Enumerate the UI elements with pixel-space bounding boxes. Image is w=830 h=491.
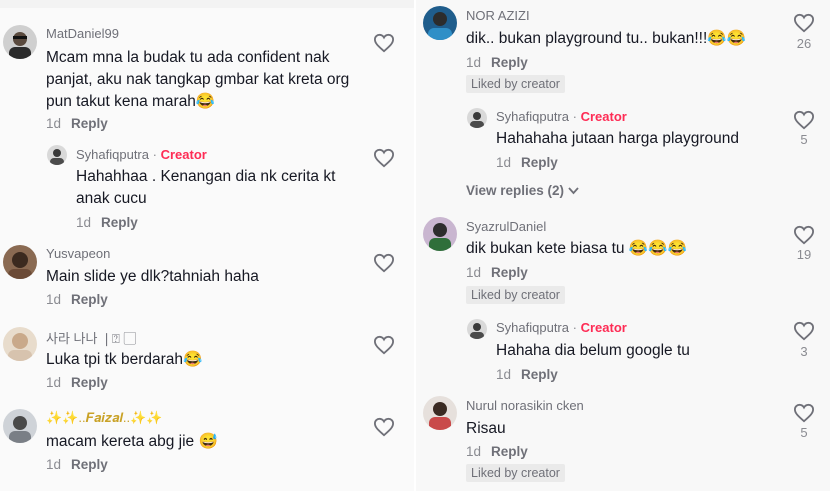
avatar[interactable] (467, 319, 487, 339)
comment-time: 1d (496, 155, 512, 170)
view-replies-label: View replies (2) (466, 183, 565, 198)
comment-meta: 1d Reply (466, 444, 528, 459)
avatar[interactable] (423, 217, 457, 251)
comment-text: Main slide ye dlk?tahniah haha (46, 268, 259, 285)
heart-outline-icon[interactable] (793, 321, 815, 341)
heart-outline-icon[interactable] (373, 417, 395, 437)
comment-text: dik.. bukan playground tu.. bukan!!!😂😂 (466, 30, 746, 47)
reply-button[interactable]: Reply (71, 457, 108, 472)
comment-time: 1d (76, 215, 92, 230)
reply-button[interactable]: Reply (521, 367, 558, 382)
separator-dot: · (152, 147, 157, 162)
comment-meta: 1d Reply (46, 375, 108, 390)
reply-button[interactable]: Reply (71, 292, 108, 307)
reply-button[interactable]: Reply (521, 155, 558, 170)
top-strip (0, 0, 414, 8)
comments-column-right: NOR AZIZI dik.. bukan playground tu.. bu… (416, 0, 830, 491)
avatar[interactable] (423, 396, 457, 430)
heart-outline-icon[interactable] (793, 403, 815, 423)
comment-author[interactable]: ✨✨..𝑭𝒂𝒊𝒛𝒂𝒍..✨✨ (46, 410, 162, 426)
comment-meta: 1d Reply (46, 457, 108, 472)
reply-author-name[interactable]: Syhafiqputra (496, 320, 569, 335)
avatar[interactable] (467, 108, 487, 128)
avatar[interactable] (3, 25, 37, 59)
like-count: 3 (800, 344, 808, 359)
avatar[interactable] (3, 409, 37, 443)
chevron-down-icon (568, 187, 579, 195)
comment-time: 1d (466, 265, 482, 280)
heart-outline-icon[interactable] (373, 148, 395, 168)
comment-author[interactable]: Yusvapeon (46, 246, 110, 261)
comment-meta: 1d Reply (496, 367, 558, 382)
comment-author[interactable]: 사라 나나 ❘⍰ ▢ (46, 328, 136, 347)
comment-time: 1d (46, 457, 62, 472)
separator-dot: · (572, 109, 577, 124)
comment-time: 1d (46, 116, 62, 131)
comment-text: Hahahaha jutaan harga playground (496, 130, 740, 147)
comment-author: Syhafiqputra · Creator (496, 320, 627, 335)
comment-author[interactable]: Nurul norasikin cken (466, 398, 584, 413)
creator-badge: Creator (580, 109, 627, 124)
comment-text: macam kereta abg jie 😅 (46, 433, 218, 450)
reply-button[interactable]: Reply (101, 215, 138, 230)
creator-badge: Creator (160, 147, 207, 162)
reply-button[interactable]: Reply (491, 444, 528, 459)
comment-meta: 1d Reply (496, 155, 558, 170)
reply-button[interactable]: Reply (491, 55, 528, 70)
like-count: 5 (800, 425, 808, 440)
avatar[interactable] (3, 245, 37, 279)
separator-dot: · (572, 320, 577, 335)
comment-author: Syhafiqputra · Creator (76, 147, 207, 162)
comment-author[interactable]: MatDaniel99 (46, 26, 119, 41)
comments-column-left: MatDaniel99 Mcam mna la budak tu ada con… (0, 0, 414, 491)
comment-time: 1d (466, 55, 482, 70)
heart-outline-icon[interactable] (793, 13, 815, 33)
like-count: 19 (796, 247, 812, 262)
reply-button[interactable]: Reply (491, 265, 528, 280)
reply-button[interactable]: Reply (71, 116, 108, 131)
heart-outline-icon[interactable] (793, 110, 815, 130)
comment-text: Hahaha dia belum google tu (496, 342, 690, 359)
comment-text: dik bukan kete biasa tu 😂😂😂 (466, 240, 687, 257)
like-count: 26 (796, 36, 812, 51)
reply-button[interactable]: Reply (71, 375, 108, 390)
comment-text: Mcam mna la budak tu ada confident nak p… (46, 49, 350, 110)
comment-time: 1d (46, 375, 62, 390)
reply-author-name[interactable]: Syhafiqputra (496, 109, 569, 124)
comment-time: 1d (466, 444, 482, 459)
comment-author[interactable]: NOR AZIZI (466, 8, 530, 23)
comment-text: Hahahhaa . Kenangan dia nk cerita kt ana… (76, 168, 336, 207)
heart-outline-icon[interactable] (373, 33, 395, 53)
view-replies-button[interactable]: View replies (2) (466, 183, 579, 198)
comment-meta: 1d Reply (46, 116, 108, 131)
like-count: 5 (800, 132, 808, 147)
comment-meta: 1d Reply (466, 55, 528, 70)
comment-meta: 1d Reply (466, 265, 528, 280)
liked-by-creator-badge: Liked by creator (466, 286, 565, 304)
comment-author: Syhafiqputra · Creator (496, 109, 627, 124)
avatar[interactable] (423, 6, 457, 40)
comment-author[interactable]: SyazrulDaniel (466, 219, 546, 234)
avatar[interactable] (3, 327, 37, 361)
heart-outline-icon[interactable] (373, 335, 395, 355)
heart-outline-icon[interactable] (373, 253, 395, 273)
creator-badge: Creator (580, 320, 627, 335)
comment-time: 1d (496, 367, 512, 382)
reply-author-name[interactable]: Syhafiqputra (76, 147, 149, 162)
comment-text: Luka tpi tk berdarah😂 (46, 351, 203, 368)
liked-by-creator-badge: Liked by creator (466, 464, 565, 482)
comment-meta: 1d Reply (46, 292, 108, 307)
comment-meta: 1d Reply (76, 215, 138, 230)
avatar[interactable] (47, 145, 67, 165)
liked-by-creator-badge: Liked by creator (466, 75, 565, 93)
comment-time: 1d (46, 292, 62, 307)
heart-outline-icon[interactable] (793, 225, 815, 245)
comment-text: Risau (466, 420, 506, 437)
